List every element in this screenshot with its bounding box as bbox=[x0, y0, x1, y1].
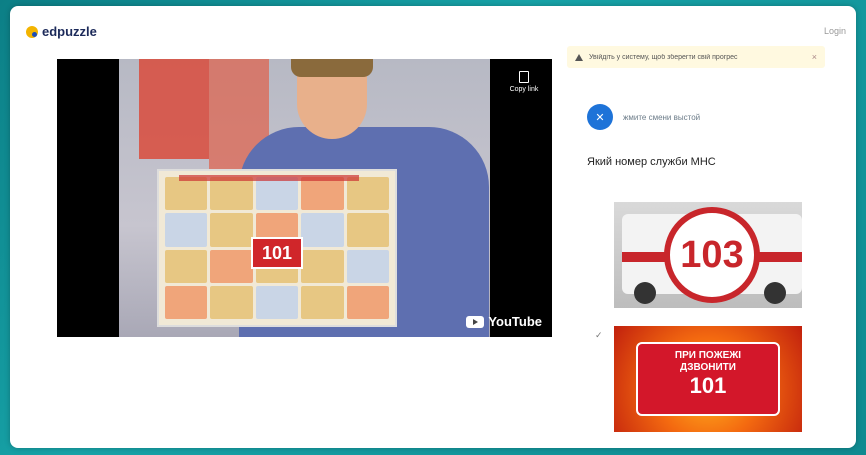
login-notice: Увійдіть у систему, щоб зберегти свій пр… bbox=[567, 46, 825, 68]
person-hair bbox=[291, 59, 373, 77]
emergency-number-101: 101 bbox=[689, 373, 727, 398]
video-player[interactable]: 101 Copy link YouTube bbox=[57, 59, 552, 337]
notice-text: Увійдіть у систему, щоб зберегти свій пр… bbox=[589, 53, 738, 61]
fire-sign: ПРИ ПОЖЕЖІ ДЗВОНИТИ 101 bbox=[636, 342, 780, 416]
copy-link-label: Copy link bbox=[509, 86, 539, 93]
youtube-button[interactable]: YouTube bbox=[466, 314, 542, 329]
youtube-play-icon bbox=[466, 315, 485, 328]
warning-icon bbox=[575, 53, 583, 61]
background-wall bbox=[139, 59, 209, 159]
check-icon: ✓ bbox=[595, 330, 603, 340]
question-mark-row: ✕ жмите смени выстой bbox=[587, 104, 700, 130]
ambulance-wheel bbox=[634, 282, 656, 304]
emergency-number-103: 103 bbox=[664, 207, 760, 303]
login-link[interactable]: Login bbox=[824, 26, 846, 36]
copy-link-button[interactable]: Copy link bbox=[504, 71, 544, 93]
youtube-label: YouTube bbox=[488, 314, 542, 329]
logo-text: edpuzzle bbox=[42, 24, 97, 39]
edpuzzle-logo[interactable]: edpuzzle bbox=[26, 24, 97, 39]
video-frame: 101 bbox=[119, 59, 490, 337]
ambulance-wheel bbox=[764, 282, 786, 304]
answer-option-101[interactable]: ПРИ ПОЖЕЖІ ДЗВОНИТИ 101 bbox=[614, 326, 802, 432]
poster-title-bar bbox=[179, 175, 359, 181]
sign-line-1: ПРИ ПОЖЕЖІ bbox=[674, 350, 742, 361]
close-icon[interactable]: × bbox=[812, 52, 817, 62]
mark-text: жмите смени выстой bbox=[623, 112, 701, 122]
question-text: Який номер служби МНС bbox=[587, 156, 716, 168]
app-window: edpuzzle Login 101 Copy link YouTube Уві… bbox=[10, 6, 856, 448]
answer-option-103[interactable]: 103 bbox=[614, 202, 802, 308]
poster-number: 101 bbox=[251, 237, 303, 269]
copy-icon bbox=[519, 71, 529, 83]
logo-icon bbox=[26, 25, 38, 38]
avatar: ✕ bbox=[587, 104, 613, 130]
